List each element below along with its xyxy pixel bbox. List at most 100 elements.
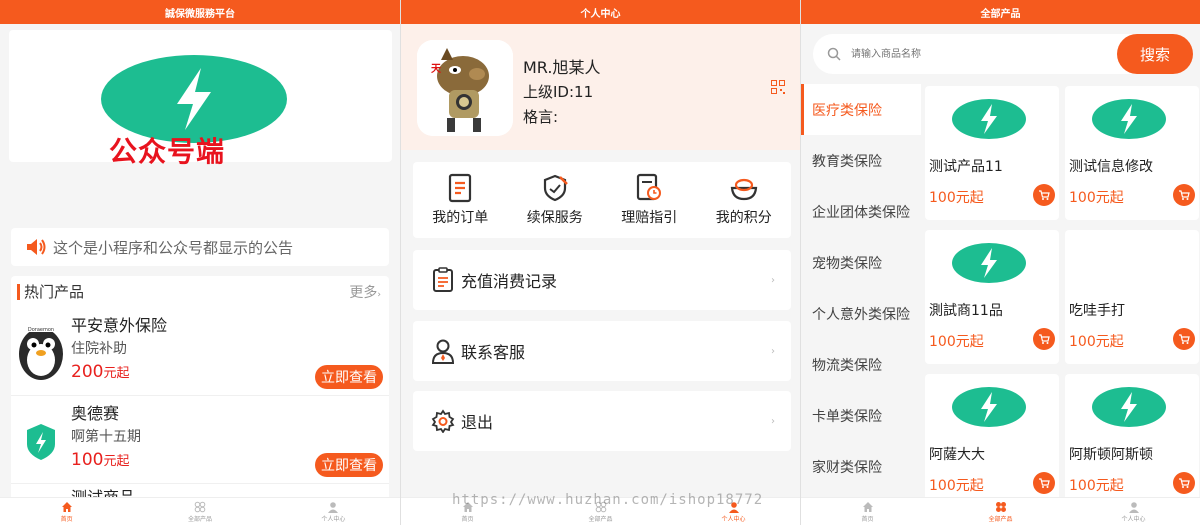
tab-bar: 首页 全部产品 个人中心 [801,497,1200,525]
product-price: 100元起 [929,478,984,494]
product-price: 100元起 [1069,190,1124,206]
more-link[interactable]: 更多› [349,282,381,302]
claims-guide-label: 理赔指引 [621,210,678,226]
category-list: 医疗类保险 教育类保险 企业团体类保险 宠物类保险 个人意外类保险 物流类保险 … [801,84,921,504]
grid-icon [194,501,206,512]
product-card[interactable]: 測試商11品 100元起 [925,230,1059,364]
cart-button[interactable] [1173,184,1195,206]
hot-products-header: 热门产品 更多› [11,276,389,308]
tab-all-products-label: 全部产品 [988,515,1013,523]
claims-guide-button[interactable]: 理赔指引 [602,162,697,238]
renewal-service-label: 续保服务 [526,210,583,226]
tab-home-label: 首页 [60,515,73,523]
product-card[interactable]: 阿斯顿阿斯顿 100元起 [1065,374,1199,508]
clock-document-icon [637,173,662,201]
cart-button[interactable] [1173,328,1195,350]
category-item-education[interactable]: 教育类保险 [801,135,921,186]
watermark-text: https://www.huzhan.com/ishop18772 [452,492,764,508]
product-item[interactable]: 奥德赛 啊第十五期 100元起 立即查看 [11,396,389,484]
tab-bar: 首页 全部产品 个人中心 [0,497,400,525]
cart-button[interactable] [1173,472,1195,494]
search-button[interactable]: 搜索 [1117,34,1193,74]
notice-text: 这个是小程序和公众号都显示的公告 [53,238,294,257]
category-item-enterprise[interactable]: 企业团体类保险 [801,186,921,237]
price-unit: 元起 [103,454,130,469]
product-name: 测试信息修改 [1069,159,1153,175]
product-item[interactable]: Doraemon 平安意外保险 住院补助 200元起 立即查看 [11,308,389,396]
tab-home[interactable]: 首页 [801,498,934,525]
shield-edit-icon [543,174,568,202]
contact-service-label: 联系客服 [461,343,526,362]
product-name: 測試商11品 [929,303,1003,319]
all-products-screen: 全部产品 搜索 医疗类保险 教育类保险 企业团体类保险 宠物类保险 个人意外类保… [800,0,1200,525]
recharge-record-row[interactable]: 充值消费记录 › [413,250,791,310]
contact-service-row[interactable]: 联系客服 › [413,321,791,381]
cart-button[interactable] [1033,184,1055,206]
home-title-bar: 誠保微服務平台 [0,0,400,24]
lightning-logo-icon [952,387,1026,427]
renewal-service-button[interactable]: 续保服务 [508,162,603,238]
category-item-accident[interactable]: 个人意外类保险 [801,288,921,339]
product-card[interactable]: 吃哇手打 100元起 [1065,230,1199,364]
tab-profile[interactable]: 个人中心 [267,498,400,525]
home-banner[interactable]: 公众号端 [9,30,392,168]
products-title-bar: 全部产品 [801,0,1200,24]
my-orders-button[interactable]: 我的订单 [413,162,508,238]
cart-icon [1179,478,1190,488]
notice-bar[interactable]: 这个是小程序和公众号都显示的公告 [11,228,389,266]
user-motto: 格言: [523,108,559,126]
qr-code-icon[interactable] [771,80,785,94]
product-price: 100元起 [71,450,129,470]
category-item-pet[interactable]: 宠物类保险 [801,237,921,288]
product-name: 测试产品11 [929,159,1003,175]
product-card[interactable]: 测试产品11 100元起 [925,86,1059,220]
cart-button[interactable] [1033,472,1055,494]
category-item-medical[interactable]: 医疗类保险 [801,84,921,135]
cart-icon [1179,190,1190,200]
search-icon [827,47,841,61]
tab-all-products[interactable]: 全部产品 [934,498,1067,525]
user-icon [1128,501,1139,513]
user-level: 上级ID:11 [523,83,594,101]
tab-all-products[interactable]: 全部产品 [133,498,266,525]
cart-button[interactable] [1033,328,1055,350]
lightning-logo-icon [1092,99,1166,139]
product-card[interactable]: 阿薩大大 100元起 [925,374,1059,508]
search-bar: 搜索 [813,34,1193,74]
ingot-icon [730,178,757,201]
view-now-button[interactable]: 立即查看 [315,365,383,389]
cartoon-pig-avatar-icon: 天 [417,40,513,136]
more-link-label: 更多 [349,285,378,301]
svg-text:天: 天 [431,63,442,75]
logout-row[interactable]: 退出 › [413,391,791,451]
cart-icon [1039,478,1050,488]
my-points-label: 我的积分 [715,210,772,226]
speaker-icon [27,239,46,255]
user-service-icon [431,339,455,364]
tab-profile-label: 个人中心 [321,515,346,523]
avatar[interactable]: 天 [417,40,513,136]
product-card[interactable]: 测试信息修改 100元起 [1065,86,1199,220]
my-points-button[interactable]: 我的积分 [697,162,792,238]
category-item-logistics[interactable]: 物流类保险 [801,339,921,390]
screens-container: 誠保微服務平台 公众号端 这个是小程序和公众号都显示的公告 热门产品 更多› D… [0,0,1200,525]
user-name: MR.旭某人 [523,58,601,77]
category-item-card[interactable]: 卡单类保险 [801,390,921,441]
product-name: 平安意外保险 [71,316,168,335]
price-unit: 元起 [103,366,130,381]
my-orders-label: 我的订单 [432,210,489,226]
tab-profile[interactable]: 个人中心 [1067,498,1200,525]
grid-icon [995,501,1006,512]
search-input[interactable] [851,44,1071,64]
product-name: 阿薩大大 [929,447,985,463]
hot-products-section: 热门产品 更多› Doraemon 平安意外保险 住院补助 200元起 立即查看 [11,276,389,506]
category-item-property[interactable]: 家财类保险 [801,441,921,492]
tab-home[interactable]: 首页 [0,498,133,525]
tab-all-products-label: 全部产品 [588,515,613,523]
product-price: 100元起 [929,334,984,350]
view-now-button[interactable]: 立即查看 [315,453,383,477]
lightning-logo-icon [952,99,1026,139]
penguin-product-icon: Doraemon [19,326,63,380]
hot-products-title: 热门产品 [17,284,84,300]
product-desc: 啊第十五期 [71,429,141,445]
